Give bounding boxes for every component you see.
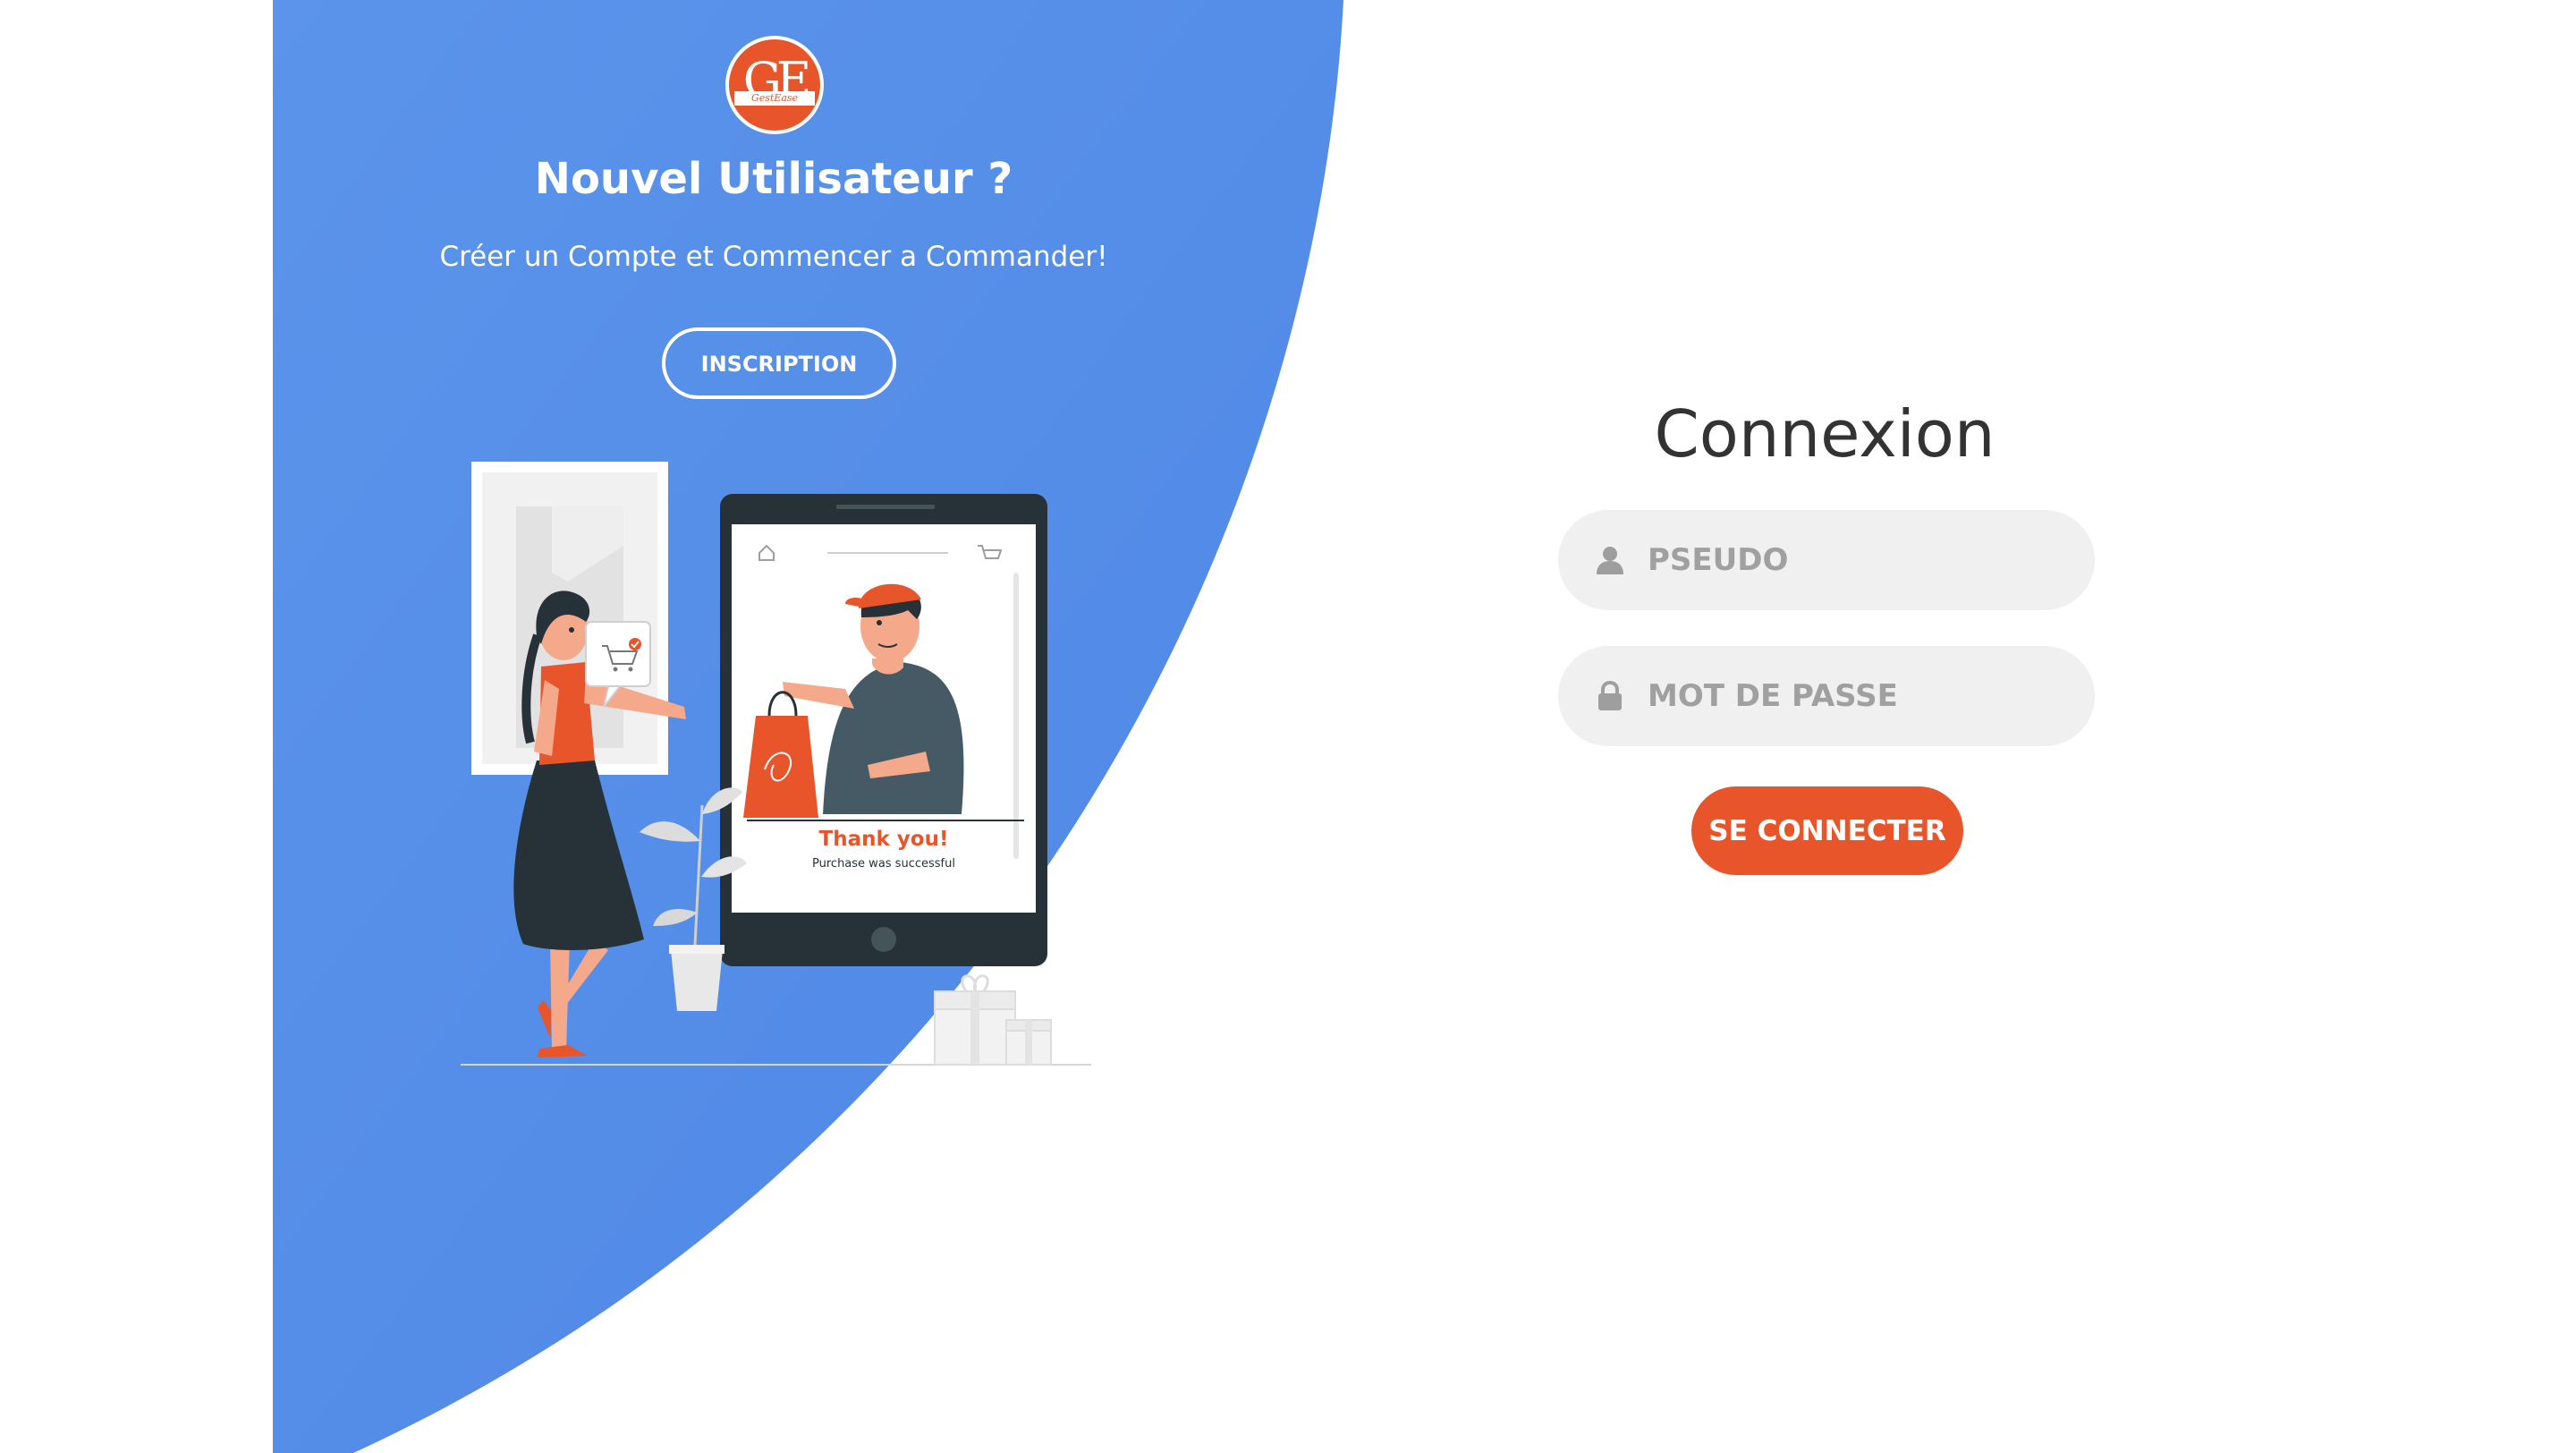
password-field[interactable] — [1558, 646, 2095, 746]
signup-heading: Nouvel Utilisateur ? — [534, 154, 1013, 204]
user-icon — [1597, 547, 1623, 574]
thank-you-text: Thank you! — [819, 828, 949, 851]
username-field[interactable] — [1558, 510, 2095, 610]
signup-button[interactable]: INSCRIPTION — [662, 327, 896, 399]
username-input[interactable] — [1648, 510, 2059, 610]
login-title: Connexion — [1654, 396, 1996, 472]
shopping-illustration: Thank you! Purchase was successful — [461, 462, 1091, 1066]
lock-icon — [1598, 680, 1622, 710]
blue-panel-background — [273, 0, 1343, 1453]
logo-wordmark: GestEase — [734, 91, 815, 106]
signup-subtitle: Créer un Compte et Commencer a Commander… — [439, 241, 1108, 273]
logo-monogram: GE — [742, 52, 812, 108]
login-button[interactable]: SE CONNECTER — [1691, 786, 1963, 875]
brand-logo: GE GestEase — [725, 36, 824, 134]
login-page: GE GestEase Nouvel Utilisateur ? Créer u… — [0, 0, 2576, 1453]
purchase-success-text: Purchase was successful — [812, 857, 955, 871]
password-input[interactable] — [1648, 646, 2059, 746]
